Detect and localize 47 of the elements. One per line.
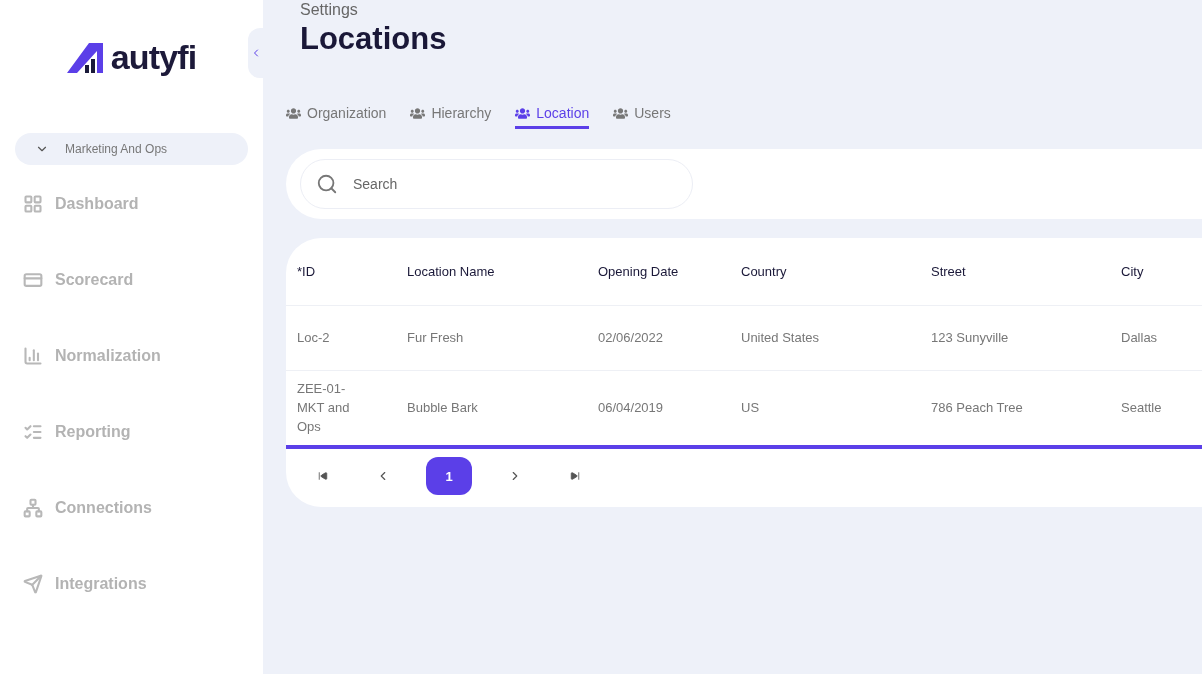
- checklist-icon: [23, 422, 43, 442]
- tab[interactable]: Hierarchy: [410, 100, 492, 129]
- table-cell-text: US: [740, 399, 761, 418]
- table-cell-text: Dallas: [1120, 329, 1159, 348]
- users-icon: [515, 105, 531, 121]
- column-header: Opening Date: [597, 262, 680, 281]
- nav-item[interactable]: Integrations: [0, 571, 263, 597]
- workspace-dropdown[interactable]: Marketing And Ops: [15, 133, 248, 165]
- grid-icon: [23, 194, 43, 214]
- nav-item[interactable]: Connections: [0, 495, 263, 521]
- search-icon: [316, 172, 338, 195]
- table-cell-text: Loc-2: [296, 329, 331, 348]
- column-header: Location Name: [406, 262, 496, 281]
- card-icon: [23, 270, 43, 290]
- nav-item[interactable]: Dashboard: [0, 191, 263, 217]
- table-cell-text: 786 Peach Tree: [930, 399, 1024, 418]
- table-cell-text: Fur Fresh: [406, 329, 465, 348]
- column-header: Country: [740, 262, 788, 281]
- tab[interactable]: Location: [515, 100, 590, 129]
- search-field[interactable]: Search: [300, 158, 693, 209]
- table-cell-text: Seattle: [1120, 399, 1163, 418]
- column-header: City: [1120, 262, 1145, 281]
- nav-item[interactable]: Scorecard: [0, 267, 263, 293]
- branch-icon: [23, 498, 43, 518]
- column-header: Street: [930, 262, 967, 281]
- users-icon: [613, 105, 629, 121]
- table-cell-text: 02/06/2022: [597, 329, 665, 348]
- nav-item[interactable]: Normalization: [0, 343, 263, 369]
- tab[interactable]: Users: [613, 100, 671, 129]
- tab[interactable]: Organization: [286, 100, 387, 129]
- table-cell-text: Bubble Bark: [406, 399, 479, 418]
- table-cell-text: 06/04/2019: [597, 399, 665, 418]
- logo-wordmark: autyfi: [110, 39, 197, 74]
- breadcrumb: Settings: [300, 2, 359, 18]
- table-cell-text: 123 Sunyville: [930, 329, 1010, 348]
- table-cell-text: ZEE-01-MKT and Ops: [296, 380, 351, 437]
- first-page-icon: [318, 471, 328, 482]
- page-button[interactable]: 1: [426, 457, 472, 496]
- send-icon: [23, 574, 43, 594]
- column-header: *ID: [296, 262, 317, 281]
- nav-item[interactable]: Reporting: [0, 419, 263, 445]
- bar-chart-icon: [23, 346, 43, 366]
- users-icon: [286, 105, 301, 121]
- table-cell-text: United States: [740, 329, 821, 348]
- last-page-icon: [570, 471, 580, 482]
- users-icon: [410, 105, 426, 121]
- page-title: Locations: [300, 20, 448, 58]
